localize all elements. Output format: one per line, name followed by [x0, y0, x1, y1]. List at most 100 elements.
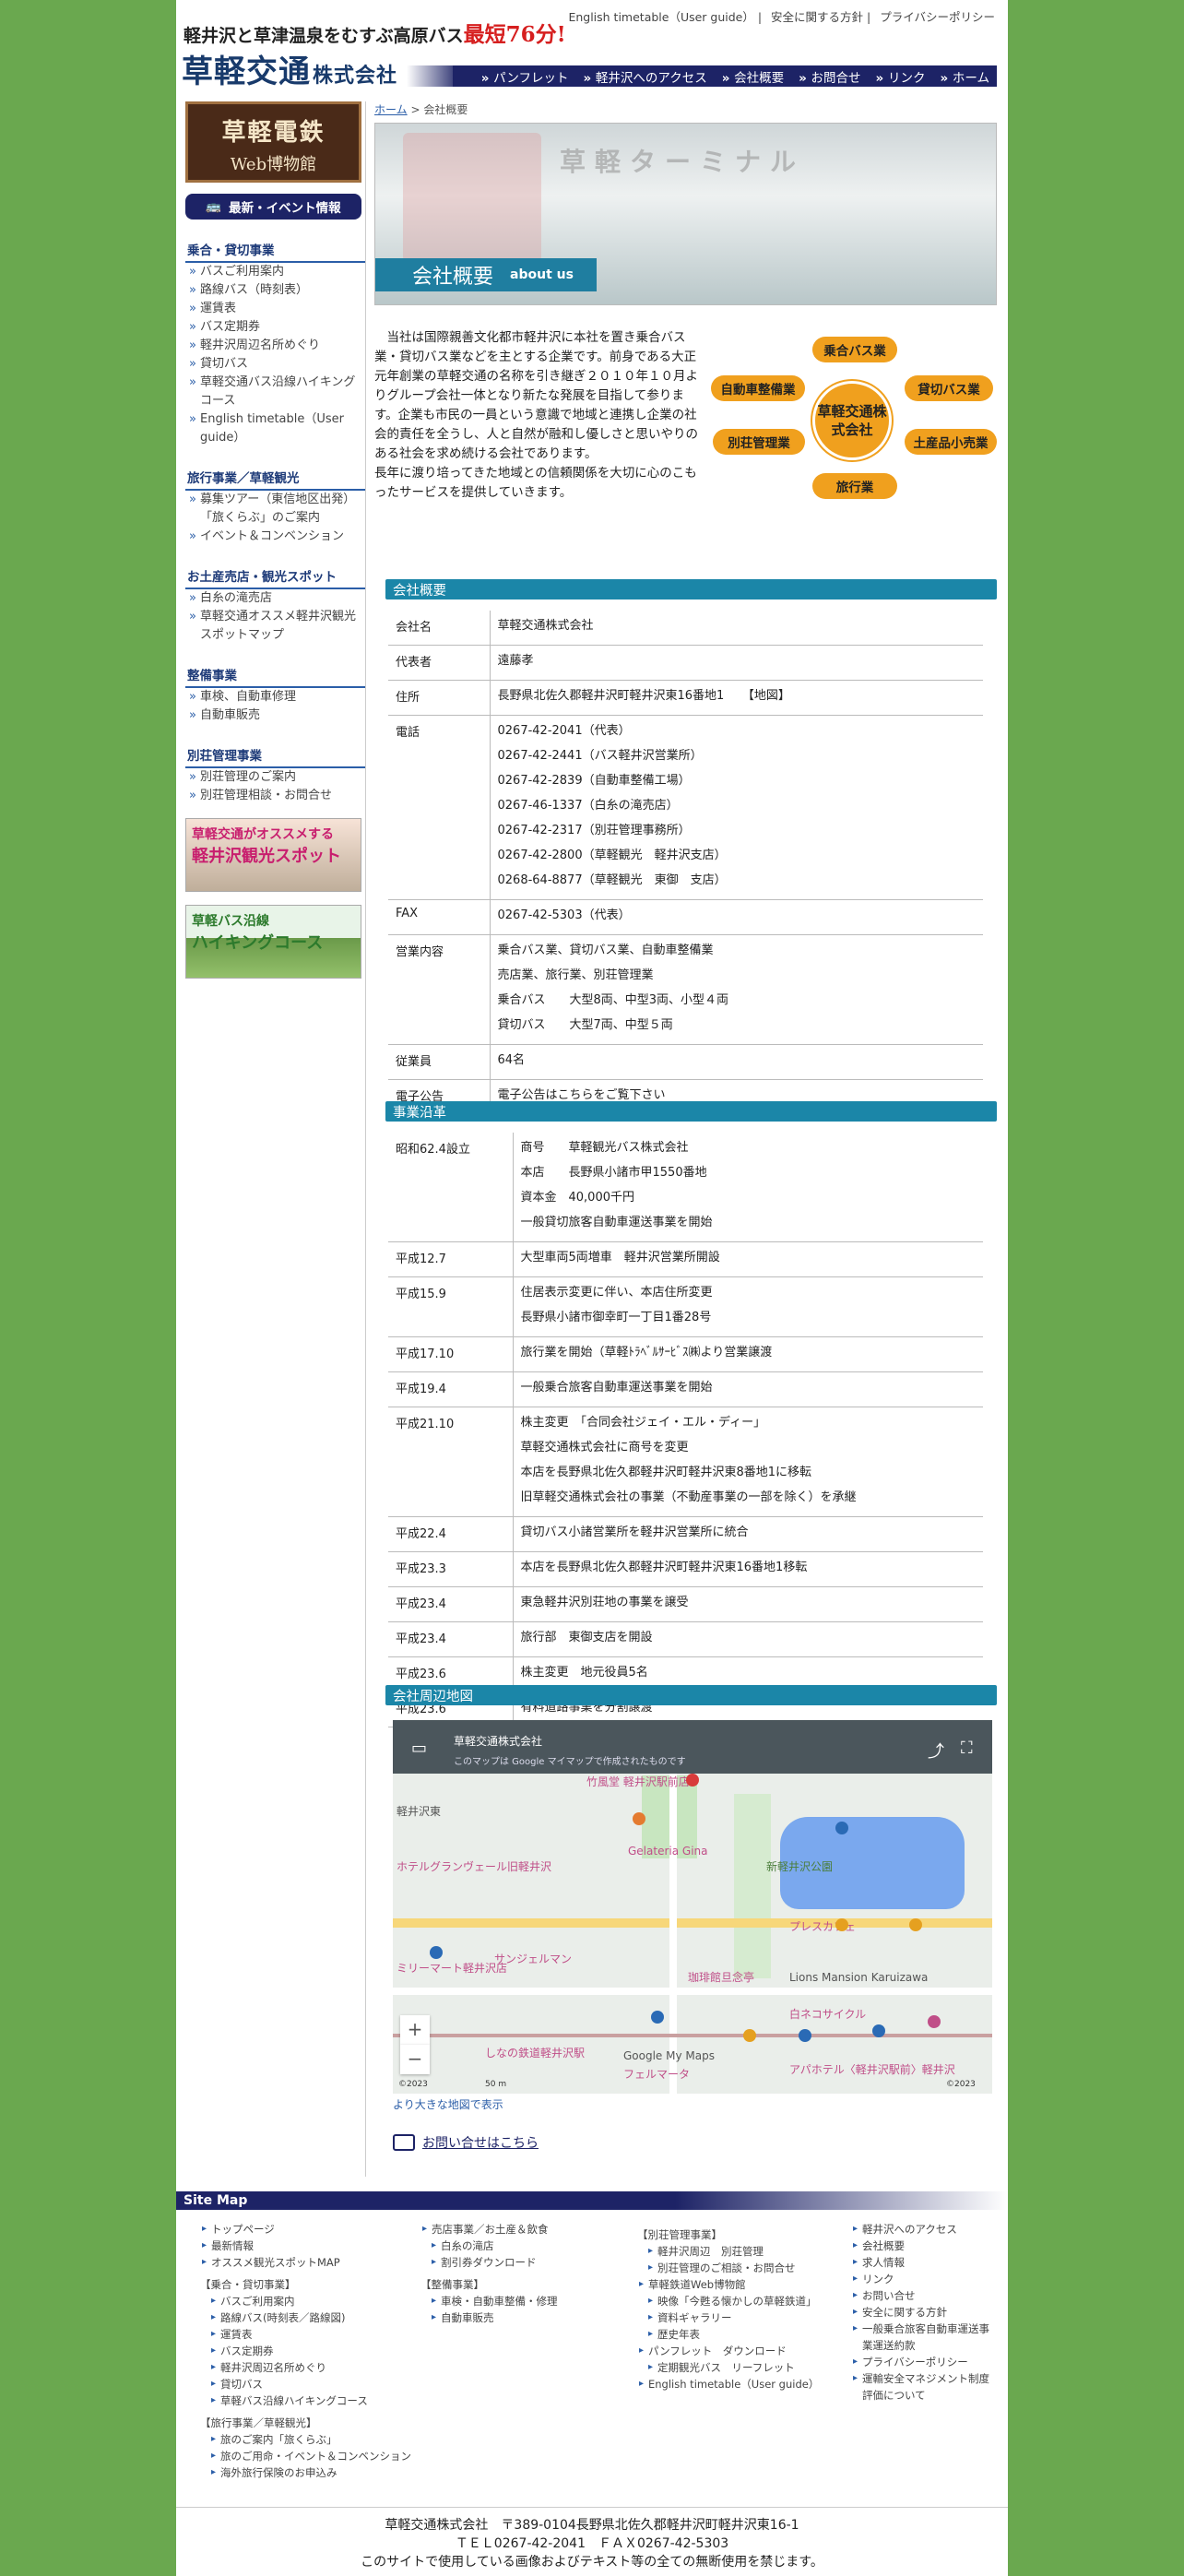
- map-pin-icon[interactable]: [872, 2024, 885, 2037]
- sitemap-item[interactable]: English timetable（User guide）: [637, 2376, 819, 2392]
- map-pin-icon[interactable]: [909, 1918, 922, 1931]
- sitemap-item[interactable]: トップページ: [200, 2221, 411, 2238]
- sitemap-item[interactable]: 軽井沢周辺名所めぐり: [200, 2359, 411, 2376]
- sitemap-item[interactable]: 売店事業／お土産＆飲食: [420, 2221, 558, 2238]
- map-label[interactable]: Google My Maps: [623, 2049, 715, 2062]
- sitemap-item[interactable]: 白糸の滝店: [420, 2238, 558, 2254]
- sightseeing-spot-banner[interactable]: 草軽交通がオススメする 軽井沢観光スポット: [185, 818, 361, 892]
- map-label[interactable]: フェルマータ: [623, 2066, 690, 2082]
- sitemap-item[interactable]: 運賃表: [200, 2326, 411, 2343]
- sidebar-item[interactable]: 車検、自動車修理: [185, 688, 365, 706]
- sitemap-item[interactable]: 割引券ダウンロード: [420, 2254, 558, 2271]
- sidebar-item[interactable]: 路線バス（時刻表）: [185, 281, 365, 300]
- news-button[interactable]: 🚌 最新・イベント情報: [185, 194, 361, 220]
- sidebar-item[interactable]: 運賃表: [185, 300, 365, 318]
- hiking-course-banner[interactable]: 草軽バス沿線 ハイキングコース: [185, 905, 361, 979]
- nav-pamphlet[interactable]: パンフレット: [481, 67, 568, 86]
- sitemap-item[interactable]: 歴史年表: [637, 2326, 819, 2343]
- sitemap-item[interactable]: パンフレット ダウンロード: [637, 2343, 819, 2359]
- sitemap-item[interactable]: 海外旅行保険のお申込み: [200, 2464, 411, 2481]
- zoom-out-button[interactable]: −: [400, 2045, 430, 2074]
- nav-access[interactable]: 軽井沢へのアクセス: [583, 67, 707, 86]
- sitemap-item[interactable]: 草軽バス沿線ハイキングコース: [200, 2392, 411, 2409]
- map-pin-icon[interactable]: [835, 1918, 848, 1931]
- google-map[interactable]: ▭ 草軽交通株式会社 このマップは Google マイマップで作成されたものです…: [393, 1720, 992, 2094]
- map-label[interactable]: 竹風堂 軽井沢駅前店: [586, 1774, 690, 1789]
- map-label[interactable]: Lions Mansion Karuizawa: [789, 1971, 928, 1984]
- sitemap-item[interactable]: バス定期券: [200, 2343, 411, 2359]
- fullscreen-icon[interactable]: ⛶: [961, 1739, 973, 1758]
- sitemap-item[interactable]: 別荘管理のご相談・お問合せ: [637, 2260, 819, 2276]
- sitemap-item[interactable]: バスご利用案内: [200, 2293, 411, 2309]
- util-link-privacy[interactable]: プライバシーポリシー: [880, 10, 995, 24]
- sitemap-item[interactable]: プライバシーポリシー: [851, 2354, 999, 2370]
- map-pin-icon[interactable]: [799, 2029, 811, 2042]
- map-pin-icon[interactable]: [928, 2015, 941, 2028]
- sidebar-item[interactable]: 自動車販売: [185, 706, 365, 725]
- nav-home[interactable]: ホーム: [940, 67, 989, 86]
- util-link-safety[interactable]: 安全に関する方針: [771, 10, 863, 24]
- nav-links[interactable]: リンク: [876, 67, 926, 86]
- sidebar-item[interactable]: 白糸の滝売店: [185, 589, 365, 608]
- sitemap-item[interactable]: オススメ観光スポットMAP: [200, 2254, 411, 2271]
- zoom-in-button[interactable]: +: [400, 2015, 430, 2045]
- map-pin-icon[interactable]: [686, 1774, 699, 1787]
- sidebar-item[interactable]: イベント＆コンベンション: [185, 528, 365, 546]
- map-pin-icon[interactable]: [633, 1812, 645, 1825]
- map-label[interactable]: ミリーマート軽井沢店: [397, 1960, 507, 1976]
- sidebar-item[interactable]: 貸切バス: [185, 355, 365, 374]
- sidebar-item[interactable]: 別荘管理相談・お問合せ: [185, 787, 365, 805]
- sitemap-item[interactable]: 路線バス(時刻表／路線図): [200, 2309, 411, 2326]
- map-label[interactable]: ホテルグランヴェール旧軽井沢: [397, 1858, 551, 1874]
- sitemap-item[interactable]: 旅のご案内「旅くらぶ」: [200, 2431, 411, 2448]
- nav-contact[interactable]: お問合せ: [799, 67, 861, 86]
- share-icon[interactable]: ⤴: [928, 1739, 944, 1763]
- sitemap-item[interactable]: 車検・自動車整備・修理: [420, 2293, 558, 2309]
- sidebar-item[interactable]: バス定期券: [185, 318, 365, 337]
- sitemap-item[interactable]: 自動車販売: [420, 2309, 558, 2326]
- sidebar-item[interactable]: 軽井沢周辺名所めぐり: [185, 337, 365, 355]
- sidebar-item[interactable]: 別荘管理のご案内: [185, 768, 365, 787]
- sidebar-item[interactable]: 草軽交通オススメ軽井沢観光スポットマップ: [185, 608, 365, 645]
- map-label[interactable]: しなの鉄道軽井沢駅: [485, 2045, 585, 2060]
- sitemap-item[interactable]: 運輸安全マネジメント制度評価について: [851, 2370, 999, 2404]
- map-pin-icon[interactable]: [743, 2029, 756, 2042]
- sidebar-item[interactable]: 草軽交通バス沿線ハイキングコース: [185, 374, 365, 410]
- contact-link[interactable]: お問い合せはこちら: [393, 2133, 539, 2152]
- sitemap-item[interactable]: 資料ギャラリー: [637, 2309, 819, 2326]
- map-pin-icon[interactable]: [430, 1946, 443, 1959]
- map-label[interactable]: アパホテル〈軽井沢駅前〉軽井沢: [789, 2061, 955, 2077]
- larger-map-link[interactable]: より大きな地図で表示: [393, 2096, 503, 2112]
- map-label[interactable]: 軽井沢東: [397, 1803, 441, 1819]
- sitemap-item[interactable]: 会社概要: [851, 2238, 999, 2254]
- sitemap-item[interactable]: 旅のご用命・イベント＆コンベンション: [200, 2448, 411, 2464]
- sitemap-item[interactable]: 映像「今甦る懐かしの草軽鉄道」: [637, 2293, 819, 2309]
- sitemap-item[interactable]: 草軽鉄道Web博物館: [637, 2276, 819, 2293]
- sitemap-item[interactable]: 貸切バス: [200, 2376, 411, 2392]
- museum-banner[interactable]: 草軽電鉄 Web博物館: [185, 101, 361, 183]
- map-legend-icon[interactable]: ▭: [411, 1739, 427, 1758]
- sitemap-item[interactable]: 安全に関する方針: [851, 2304, 999, 2321]
- sidebar-item[interactable]: English timetable（User guide）: [185, 410, 365, 447]
- sitemap-item[interactable]: 求人情報: [851, 2254, 999, 2271]
- nav-company[interactable]: 会社概要: [722, 67, 784, 86]
- sitemap-item[interactable]: 定期観光バス リーフレット: [637, 2359, 819, 2376]
- sidebar-item[interactable]: 募集ツアー（東信地区出発）「旅くらぶ」のご案内: [185, 491, 365, 528]
- map-label[interactable]: 珈琲館旦念亭: [688, 1969, 754, 1985]
- breadcrumb-home[interactable]: ホーム: [374, 103, 408, 116]
- map-pin-icon[interactable]: [651, 2011, 664, 2024]
- sitemap-item[interactable]: 軽井沢周辺 別荘管理: [637, 2243, 819, 2260]
- sidebar-item[interactable]: バスご利用案内: [185, 263, 365, 281]
- map-pin-icon[interactable]: [835, 1822, 848, 1834]
- company-logo[interactable]: 草軽交通株式会社: [182, 46, 397, 91]
- map-label[interactable]: Gelateria Gina: [628, 1845, 707, 1858]
- map-label[interactable]: 白ネコサイクル: [789, 2006, 866, 2022]
- sitemap-item[interactable]: お問い合せ: [851, 2287, 999, 2304]
- row-value: 旅行部 東御支店を開設: [513, 1621, 983, 1657]
- sitemap-item[interactable]: 最新情報: [200, 2238, 411, 2254]
- sitemap-item[interactable]: 一般乗合旅客自動車運送事業運送約款: [851, 2321, 999, 2354]
- sitemap-item[interactable]: リンク: [851, 2271, 999, 2287]
- map-label[interactable]: 新軽井沢公園: [766, 1858, 833, 1874]
- util-link-english[interactable]: English timetable（User guide）: [568, 10, 753, 24]
- sitemap-item[interactable]: 軽井沢へのアクセス: [851, 2221, 999, 2238]
